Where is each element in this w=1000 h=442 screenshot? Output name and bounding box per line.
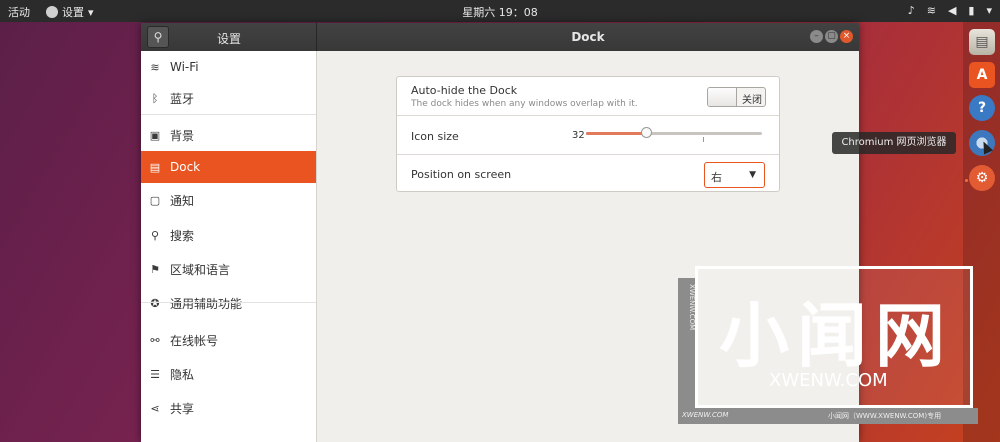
dock-settings-list: Auto-hide the Dock The dock hides when a… <box>396 76 780 192</box>
sidebar-item-label: 通知 <box>170 193 195 208</box>
sidebar-item-share[interactable]: ⋖ 共享 <box>141 392 316 424</box>
icon-size-value: 32 <box>572 130 585 141</box>
settings-icon[interactable]: ⚙ <box>969 165 995 191</box>
search-icon: ⚲ <box>150 228 160 242</box>
watermark-side-text: XWENW.COM <box>688 284 696 331</box>
sidebar-item-label: 在线帐号 <box>170 333 219 348</box>
sidebar-item-label: 背景 <box>170 128 195 143</box>
sidebar-item-region[interactable]: ⚑ 区域和语言 <box>141 253 316 285</box>
sidebar-item-wifi[interactable]: ≋ Wi-Fi <box>141 51 316 83</box>
search-button[interactable]: ⚲ <box>147 26 169 48</box>
privacy-icon: ☰ <box>150 367 160 381</box>
top-bar: 活动 设置 ▾ 星期六 19：08 ♪ ≋ ◀ ▮ ▾ <box>0 0 1000 22</box>
chevron-down-icon[interactable]: ▾ <box>986 4 992 17</box>
icon-size-row: Icon size <box>397 116 779 154</box>
search-icon: ⚲ <box>153 30 163 44</box>
watermark-bottom-right: 小闻网（WWW.XWENW.COM)专用 <box>828 412 942 420</box>
sidebar: ≋ Wi-Fi ᛒ 蓝牙 ▣ 背景 ▤ Dock ▢ 通知 ⚲ 搜索 ⚑ 区域和语言 ✪ 通用辅助功能 ⚯ 在线帐… <box>141 51 317 442</box>
dock-icon: ▤ <box>149 160 161 174</box>
sidebar-item-online-accounts[interactable]: ⚯ 在线帐号 <box>141 324 316 356</box>
maximize-button[interactable]: ▢ <box>825 30 838 43</box>
icon-size-title: Icon size <box>411 130 459 143</box>
switch-state-label: 关闭 <box>742 95 762 106</box>
clock[interactable]: 星期六 19：08 <box>0 4 1000 20</box>
watermark-url: XWENW.COM <box>769 370 888 391</box>
sidebar-item-accessibility[interactable]: ✪ 通用辅助功能 <box>141 287 316 319</box>
chevron-down-icon: ▼ <box>749 170 756 180</box>
sidebar-item-label: Dock <box>170 160 201 174</box>
notifications-icon: ▢ <box>149 193 161 207</box>
wifi-icon: ≋ <box>150 60 160 74</box>
accessibility-icon: ✪ <box>150 296 160 310</box>
files-icon[interactable]: ▤ <box>969 29 995 55</box>
battery-icon[interactable]: ▮ <box>968 4 974 17</box>
sidebar-item-label: 通用辅助功能 <box>170 296 243 311</box>
position-dropdown[interactable]: 右 ▼ <box>704 162 765 188</box>
running-indicator <box>965 179 968 182</box>
autohide-subtitle: The dock hides when any windows overlap … <box>411 99 638 109</box>
region-icon: ⚑ <box>150 262 160 276</box>
sidebar-item-label: 隐私 <box>170 367 195 382</box>
watermark-logo: 小闻网 <box>719 295 953 377</box>
sidebar-item-label: 共享 <box>170 401 195 416</box>
bluetooth-icon: ᛒ <box>151 91 159 105</box>
sidebar-item-label: 区域和语言 <box>170 262 231 277</box>
network-icon[interactable]: ≋ <box>927 4 936 17</box>
dock-tooltip: Chromium 网页浏览器 <box>832 132 956 154</box>
sidebar-item-label: Wi-Fi <box>170 60 199 74</box>
background-icon: ▣ <box>149 128 161 142</box>
sidebar-title: 设置 <box>217 32 242 46</box>
autohide-title: Auto-hide the Dock <box>411 84 518 97</box>
slider-handle[interactable] <box>640 127 652 138</box>
software-store-icon[interactable]: A <box>969 62 995 88</box>
volume-icon[interactable]: ◀ <box>948 4 956 17</box>
sidebar-item-notifications[interactable]: ▢ 通知 <box>141 184 316 216</box>
watermark-bottom-left: XWENW.COM <box>682 411 729 419</box>
autohide-switch[interactable]: 关闭 <box>707 87 766 107</box>
sidebar-item-search[interactable]: ⚲ 搜索 <box>141 219 316 251</box>
sidebar-item-label: 蓝牙 <box>170 91 195 106</box>
sidebar-item-privacy[interactable]: ☰ 隐私 <box>141 358 316 390</box>
online-accounts-icon: ⚯ <box>150 333 160 347</box>
switch-knob <box>708 88 737 106</box>
position-title: Position on screen <box>411 168 512 181</box>
position-selected-value: 右 <box>711 171 722 184</box>
share-icon: ⋖ <box>150 401 160 415</box>
autohide-row: Auto-hide the Dock The dock hides when a… <box>397 77 779 115</box>
page-title: Dock <box>571 30 605 44</box>
input-method-icon[interactable]: ♪ <box>908 4 915 17</box>
sidebar-item-label: 搜索 <box>170 228 195 243</box>
help-icon[interactable]: ? <box>969 95 995 121</box>
icon-size-slider[interactable] <box>586 127 762 138</box>
sidebar-item-bluetooth[interactable]: ᛒ 蓝牙 <box>141 82 316 114</box>
system-tray[interactable]: ♪ ≋ ◀ ▮ ▾ <box>908 4 992 17</box>
sidebar-divider <box>141 302 316 303</box>
minimize-button[interactable]: – <box>810 30 823 43</box>
sidebar-item-background[interactable]: ▣ 背景 <box>141 119 316 151</box>
close-button[interactable]: × <box>840 30 853 43</box>
slider-fill <box>586 132 646 135</box>
sidebar-item-dock[interactable]: ▤ Dock <box>141 151 316 183</box>
title-bar: ⚲ 设置 Dock – ▢ × <box>141 23 859 51</box>
sidebar-divider <box>141 114 316 115</box>
slider-mark <box>703 137 704 142</box>
